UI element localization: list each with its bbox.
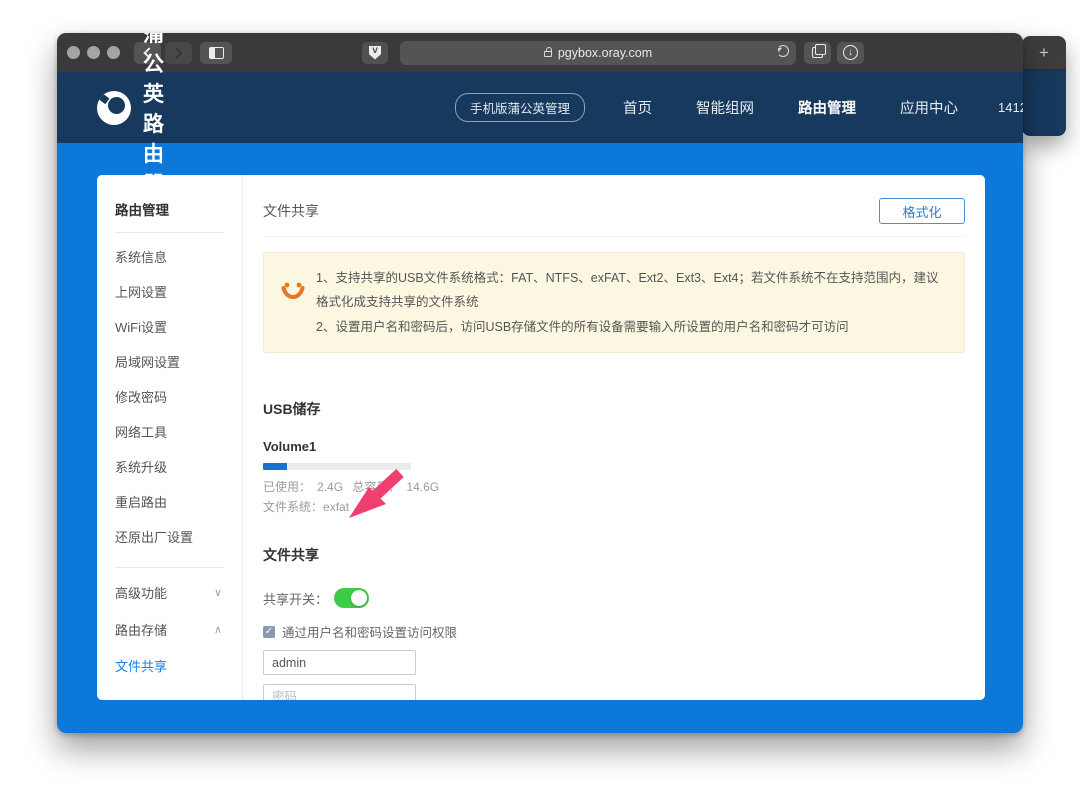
sidebar-item-file-sharing[interactable]: 文件共享	[115, 648, 242, 683]
sidebar-item-reboot-router[interactable]: 重启路由	[115, 484, 242, 519]
browser-toolbar: pgybox.oray.com ↓	[57, 33, 1023, 72]
minimize-window-button[interactable]	[87, 46, 100, 59]
used-value: 2.4G	[317, 480, 344, 495]
address-bar[interactable]: pgybox.oray.com	[400, 40, 796, 65]
address-text: pgybox.oray.com	[557, 45, 653, 60]
username-input[interactable]	[263, 650, 416, 676]
usb-section-title: USB储存	[263, 401, 321, 418]
total-value: 14.6G	[406, 480, 440, 495]
sidebar: 路由管理 系统信息 上网设置 WiFi设置 局域网设置 修改密码 网络工具 系统…	[97, 175, 242, 700]
password-input[interactable]	[263, 684, 416, 700]
sidebar-group-router-storage[interactable]: 路由存储 ∧	[115, 611, 242, 648]
reload-icon[interactable]	[777, 44, 789, 57]
zoom-window-button[interactable]	[107, 46, 120, 59]
smiley-icon	[281, 282, 305, 299]
share-section-title: 文件共享	[263, 547, 319, 564]
chevron-down-icon: ∨	[213, 587, 222, 599]
download-icon: ↓	[843, 45, 858, 60]
forward-icon	[171, 46, 183, 59]
divider	[115, 567, 224, 568]
brand-title: 蒲公英路由器	[143, 33, 165, 196]
file-sharing-section: 文件共享 共享开关： 通过用户名和密码设置访问权限	[263, 545, 965, 700]
auth-checkbox-label: 通过用户名和密码设置访问权限	[282, 626, 458, 641]
notice-box: 1、支持共享的USB文件系统格式：FAT、NTFS、exFAT、Ext2、Ext…	[263, 252, 965, 354]
sidebar-item-factory-reset[interactable]: 还原出厂设置	[115, 519, 242, 554]
sidebar-item-internet-settings[interactable]: 上网设置	[115, 274, 242, 309]
nav-home[interactable]: 首页	[623, 97, 652, 118]
safari-window: pgybox.oray.com ↓ 蒲公英路由器 手机版蒲公英管理	[57, 33, 1023, 733]
desktop: + pgybox.ora	[0, 0, 1080, 801]
chevron-up-icon: ∧	[213, 624, 222, 636]
storage-progress-fill	[263, 463, 287, 471]
notice-line-1: 1、支持共享的USB文件系统格式：FAT、NTFS、exFAT、Ext2、Ext…	[316, 271, 939, 310]
share-toggle-switch[interactable]	[334, 588, 370, 609]
content-card: 路由管理 系统信息 上网设置 WiFi设置 局域网设置 修改密码 网络工具 系统…	[97, 175, 985, 700]
sidebar-item-change-password[interactable]: 修改密码	[115, 379, 242, 414]
nav-app-center[interactable]: 应用中心	[900, 97, 958, 118]
volume-name: Volume1	[263, 439, 317, 455]
shield-icon	[369, 45, 381, 60]
sidebar-item-system-info[interactable]: 系统信息	[115, 239, 242, 274]
sidebar-item-system-upgrade[interactable]: 系统升级	[115, 449, 242, 484]
account-name: 1412***...	[998, 100, 1023, 115]
oray-logo-icon[interactable]	[97, 90, 131, 125]
top-navigation: 首页 智能组网 路由管理 应用中心	[623, 97, 958, 118]
sidebar-section-title: 路由管理	[115, 203, 169, 218]
main-content: 文件共享 格式化 1、支持共享的USB文件系统格式：FAT、NTFS、exFAT…	[242, 175, 985, 700]
new-tab-icon[interactable]: +	[1039, 44, 1049, 61]
sidebar-item-network-tools[interactable]: 网络工具	[115, 414, 242, 449]
tab-overview-icon	[812, 44, 826, 58]
extension-button[interactable]	[362, 41, 388, 64]
close-window-button[interactable]	[67, 46, 80, 59]
notice-line-2: 2、设置用户名和密码后，访问USB存储文件的所有设备需要输入所设置的用户名和密码…	[316, 319, 849, 334]
traffic-lights	[67, 46, 120, 59]
sidebar-item-lan-settings[interactable]: 局域网设置	[115, 344, 242, 379]
annotation-arrow	[349, 468, 404, 518]
auth-checkbox[interactable]	[263, 625, 275, 638]
format-button[interactable]: 格式化	[879, 198, 965, 224]
account-menu[interactable]: 1412***...▾	[998, 100, 1023, 115]
nav-smart-networking[interactable]: 智能组网	[696, 97, 754, 118]
mobile-manage-pill[interactable]: 手机版蒲公英管理	[455, 93, 586, 122]
share-toggle-label: 共享开关：	[263, 591, 329, 607]
divider	[263, 236, 965, 237]
sidebar-icon	[208, 46, 224, 59]
divider	[115, 232, 224, 233]
nav-router-manage[interactable]: 路由管理	[798, 97, 856, 118]
page-title: 文件共享	[263, 203, 319, 219]
router-admin-page: 蒲公英路由器 手机版蒲公英管理 首页 智能组网 路由管理 应用中心 1412**…	[57, 33, 1023, 733]
toolbar-right-buttons: ↓	[804, 41, 864, 64]
downloads-button[interactable]: ↓	[837, 41, 864, 64]
forward-button[interactable]	[165, 41, 192, 64]
lock-icon	[543, 47, 552, 57]
background-window-tabbar: +	[1022, 36, 1066, 70]
toggle-knob	[351, 590, 368, 607]
sidebar-group-advanced[interactable]: 高级功能 ∨	[115, 574, 242, 611]
tab-overview-button[interactable]	[804, 41, 831, 64]
background-window-content	[1022, 70, 1066, 136]
sidebar-toggle-button[interactable]	[200, 41, 232, 64]
background-window: +	[1022, 36, 1066, 136]
sidebar-item-wifi-settings[interactable]: WiFi设置	[115, 309, 242, 344]
site-header: 蒲公英路由器 手机版蒲公英管理 首页 智能组网 路由管理 应用中心 1412**…	[57, 33, 1023, 196]
